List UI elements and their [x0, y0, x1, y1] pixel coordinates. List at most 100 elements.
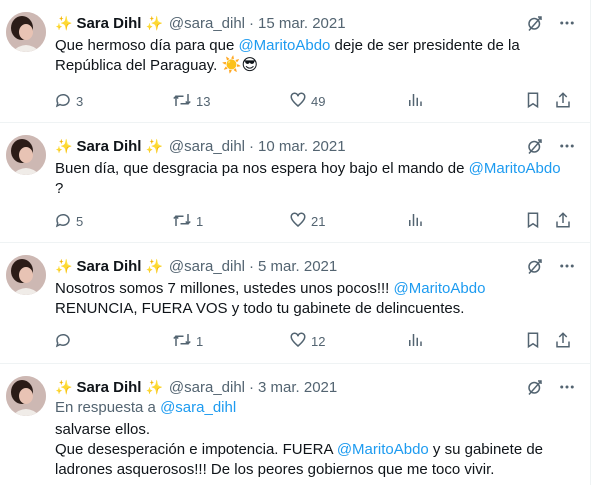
share-button[interactable]: [554, 331, 572, 352]
like-count: 49: [311, 93, 326, 109]
tweet[interactable]: ✨ Sara Dihl ✨ @sara_dihl · 10 mar. 2021 …: [0, 123, 590, 243]
separator: ·: [249, 137, 255, 155]
tweet[interactable]: ✨ Sara Dihl ✨ @sara_dihl · 5 mar. 2021 N…: [0, 243, 590, 364]
tweet-text: Que hermoso día para que @MaritoAbdo dej…: [55, 37, 520, 74]
mention-link[interactable]: @MaritoAbdo: [394, 280, 486, 297]
sparkle-icon: ✨: [55, 378, 73, 395]
bookmark-icon: [524, 211, 542, 232]
tweet-actions: 3 13 49: [0, 91, 590, 111]
author-name[interactable]: Sara Dihl: [76, 379, 141, 396]
author-handle[interactable]: @sara_dihl: [169, 258, 245, 275]
retweet-button[interactable]: 1: [172, 211, 203, 232]
bookmark-icon: [524, 91, 542, 112]
reply-icon: [54, 91, 72, 112]
retweet-icon: [172, 211, 192, 232]
sparkle-icon: ✨: [145, 378, 163, 395]
like-icon: [289, 331, 307, 352]
separator: ·: [249, 378, 255, 396]
reply-count: 3: [76, 93, 84, 109]
sparkle-icon: ✨: [55, 137, 73, 154]
author-handle[interactable]: @sara_dihl: [169, 15, 245, 32]
avatar[interactable]: [6, 255, 46, 295]
replying-to-handle[interactable]: @sara_dihl: [160, 399, 236, 416]
like-button[interactable]: 12: [289, 331, 325, 352]
timeline-feed: ✨ Sara Dihl ✨ @sara_dihl · 15 mar. 2021 …: [0, 0, 591, 485]
views-icon: [406, 331, 424, 352]
author-name[interactable]: Sara Dihl: [76, 138, 141, 155]
mention-link[interactable]: @MaritoAbdo: [337, 441, 429, 458]
retweet-icon: [172, 91, 192, 112]
tweet-text: salvarse ellos. Que desesperación e impo…: [55, 420, 576, 480]
separator: ·: [249, 257, 255, 275]
bookmark-button[interactable]: [524, 331, 542, 352]
tweet-text: Buen día, que desgracia pa nos espera ho…: [55, 160, 561, 197]
mention-link[interactable]: @MaritoAbdo: [238, 37, 330, 54]
author-handle[interactable]: @sara_dihl: [169, 138, 245, 155]
reply-button[interactable]: 5: [54, 211, 83, 232]
share-button[interactable]: [554, 91, 572, 112]
grok-icon[interactable]: [526, 378, 544, 396]
more-icon[interactable]: [558, 257, 576, 275]
views-button[interactable]: [406, 331, 424, 352]
views-icon: [406, 211, 424, 232]
author-name[interactable]: Sara Dihl: [76, 15, 141, 32]
share-button[interactable]: [554, 211, 572, 232]
share-icon: [554, 211, 572, 232]
tweet-text-line: salvarse ellos.: [55, 421, 151, 438]
more-icon[interactable]: [558, 14, 576, 32]
tweet-date[interactable]: 10 mar. 2021: [258, 138, 346, 155]
retweet-count: 1: [196, 333, 204, 349]
tweet-header: ✨ Sara Dihl ✨ @sara_dihl · 5 mar. 2021: [55, 255, 576, 277]
like-count: 12: [311, 333, 326, 349]
grok-icon[interactable]: [526, 257, 544, 275]
retweet-button[interactable]: 13: [172, 91, 210, 112]
retweet-button[interactable]: 1: [172, 331, 203, 352]
tweet-emojis: ☀️😎: [221, 57, 259, 74]
reply-button[interactable]: 3: [54, 91, 83, 112]
tweet[interactable]: ✨ Sara Dihl ✨ @sara_dihl · 15 mar. 2021 …: [0, 0, 590, 123]
sparkle-icon: ✨: [145, 14, 163, 31]
like-button[interactable]: 21: [289, 211, 325, 232]
reply-count: 5: [76, 213, 84, 229]
like-button[interactable]: 49: [289, 91, 325, 112]
retweet-icon: [172, 331, 192, 352]
grok-icon[interactable]: [526, 137, 544, 155]
more-icon[interactable]: [558, 137, 576, 155]
bookmark-button[interactable]: [524, 211, 542, 232]
sparkle-icon: ✨: [55, 257, 73, 274]
like-icon: [289, 91, 307, 112]
retweet-count: 13: [196, 93, 211, 109]
like-icon: [289, 211, 307, 232]
views-button[interactable]: [406, 91, 424, 112]
sparkle-icon: ✨: [55, 14, 73, 31]
author-name[interactable]: Sara Dihl: [76, 258, 141, 275]
author-handle[interactable]: @sara_dihl: [169, 379, 245, 396]
reply-icon: [54, 331, 72, 352]
tweet-actions: 1 12: [0, 331, 590, 351]
avatar[interactable]: [6, 12, 46, 52]
avatar[interactable]: [6, 135, 46, 175]
tweet-date[interactable]: 5 mar. 2021: [258, 258, 337, 275]
separator: ·: [249, 14, 255, 32]
avatar[interactable]: [6, 376, 46, 416]
bookmark-icon: [524, 331, 542, 352]
retweet-count: 1: [196, 213, 204, 229]
tweet[interactable]: ✨ Sara Dihl ✨ @sara_dihl · 3 mar. 2021 E…: [0, 364, 590, 485]
sparkle-icon: ✨: [145, 257, 163, 274]
tweet-header: ✨ Sara Dihl ✨ @sara_dihl · 3 mar. 2021: [55, 376, 576, 398]
tweet-header: ✨ Sara Dihl ✨ @sara_dihl · 10 mar. 2021: [55, 135, 576, 157]
reply-icon: [54, 211, 72, 232]
views-button[interactable]: [406, 211, 424, 232]
replying-to: En respuesta a @sara_dihl: [55, 399, 237, 416]
bookmark-button[interactable]: [524, 91, 542, 112]
more-icon[interactable]: [558, 378, 576, 396]
tweet-date[interactable]: 15 mar. 2021: [258, 15, 346, 32]
reply-button[interactable]: [54, 331, 76, 352]
grok-icon[interactable]: [526, 14, 544, 32]
tweet-date[interactable]: 3 mar. 2021: [258, 379, 337, 396]
tweet-actions: 5 1 21: [0, 211, 590, 231]
views-icon: [406, 91, 424, 112]
share-icon: [554, 91, 572, 112]
mention-link[interactable]: @MaritoAbdo: [469, 160, 561, 177]
like-count: 21: [311, 213, 326, 229]
